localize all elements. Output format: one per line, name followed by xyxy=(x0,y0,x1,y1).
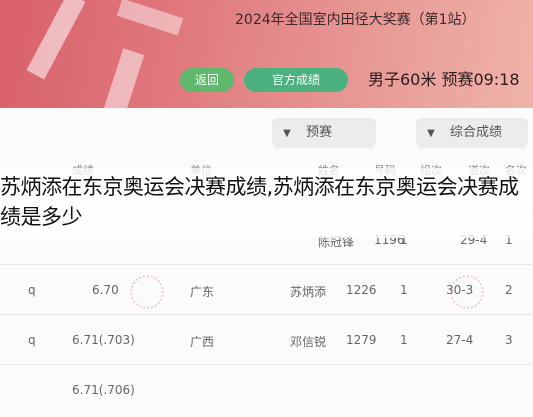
cell-lane: 27-4 xyxy=(446,333,474,347)
competition-title: 2024年全国室内田径大奖赛（第1站） xyxy=(235,12,476,28)
official-results-button[interactable]: 官方成绩 xyxy=(244,68,348,92)
cell-mark: q xyxy=(28,283,36,297)
banner-decoration xyxy=(26,0,86,80)
cell-lane: 30-3 xyxy=(446,283,474,297)
table-row[interactable]: q 6.71(.703) 广西 邓信锐 1279 1 27-4 3 xyxy=(0,314,533,367)
event-title: 男子60米 预赛09:18 xyxy=(368,70,520,89)
cell-bib: 1226 xyxy=(346,283,377,297)
caption-text: 苏炳添在东京奥运会决赛成绩,苏炳添在东京奥运会决赛成绩是多少 xyxy=(0,175,519,229)
back-button[interactable]: 返回 xyxy=(180,68,234,92)
cell-performance: 6.70 xyxy=(92,283,119,297)
chevron-down-icon: ▼ xyxy=(427,128,435,139)
watermark-stamp xyxy=(130,275,164,309)
banner-decoration xyxy=(116,0,184,36)
cell-rank: 3 xyxy=(505,333,513,347)
table-row[interactable]: q 6.70 广东 苏炳添 1226 1 30-3 2 xyxy=(0,264,533,317)
cell-name: 邓信锐 xyxy=(290,335,327,349)
cell-rank: 2 xyxy=(505,283,513,297)
cell-performance: 6.71(.703) xyxy=(72,333,135,347)
category-dropdown[interactable]: ▼ 综合成绩 xyxy=(416,118,528,148)
table-row[interactable]: 6.71(.706) xyxy=(0,364,533,417)
round-dropdown-label: 预赛 xyxy=(306,125,333,140)
cell-heat: 1 xyxy=(400,283,408,297)
round-dropdown[interactable]: ▼ 预赛 xyxy=(272,118,376,148)
cell-name: 苏炳添 xyxy=(290,285,327,299)
category-dropdown-label: 综合成绩 xyxy=(450,125,503,140)
banner-decoration xyxy=(101,48,145,108)
cell-performance: 6.71(.706) xyxy=(72,383,135,397)
cell-unit: 广西 xyxy=(190,335,215,349)
cell-unit: 广东 xyxy=(190,285,215,299)
cell-heat: 1 xyxy=(400,333,408,347)
chevron-down-icon: ▼ xyxy=(283,128,291,139)
header-banner: 2024年全国室内田径大奖赛（第1站） 返回 官方成绩 男子60米 预赛09:1… xyxy=(0,0,533,108)
cell-bib: 1279 xyxy=(346,333,377,347)
cell-mark: q xyxy=(28,333,36,347)
